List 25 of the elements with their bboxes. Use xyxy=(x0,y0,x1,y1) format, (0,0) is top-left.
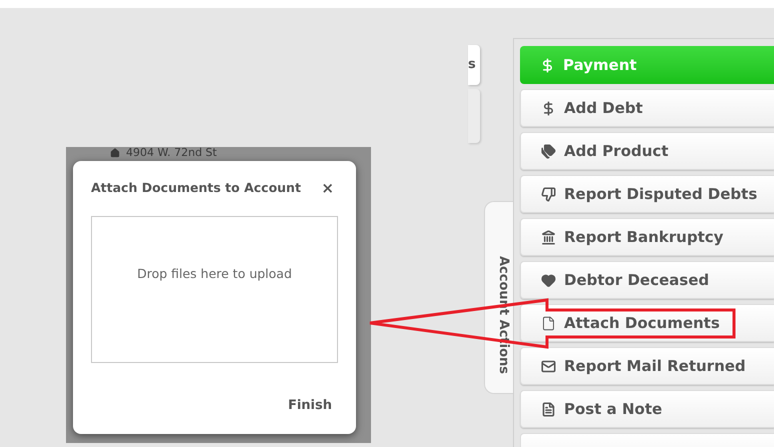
tags-icon xyxy=(541,144,556,158)
finish-button[interactable]: Finish xyxy=(288,396,332,416)
drop-zone[interactable]: Drop files here to upload xyxy=(91,216,338,363)
note-icon xyxy=(541,402,556,416)
thumbs-down-icon xyxy=(541,186,556,202)
document-icon xyxy=(541,316,556,330)
side-tab[interactable]: s xyxy=(468,45,480,85)
action-button[interactable]: Post a Note xyxy=(520,390,774,428)
action-button[interactable]: Add Debt xyxy=(520,89,774,127)
envelope-icon xyxy=(541,358,556,374)
bank-icon xyxy=(541,230,556,244)
address-text: 4904 W. 72nd St xyxy=(126,147,217,159)
action-button[interactable]: Report Bankruptcy xyxy=(520,218,774,256)
action-button[interactable]: Add Product xyxy=(520,132,774,170)
heart-icon xyxy=(541,272,556,288)
dollar-icon xyxy=(541,100,556,116)
side-panel xyxy=(468,89,480,143)
dollar-icon xyxy=(540,58,555,72)
close-button[interactable]: × xyxy=(321,180,334,196)
home-icon xyxy=(110,148,120,158)
action-button[interactable]: Report Mail Returned xyxy=(520,347,774,385)
drop-zone-text: Drop files here to upload xyxy=(137,264,292,283)
action-button[interactable]: Report Disputed Debts xyxy=(520,175,774,213)
action-button[interactable]: Debtor Deceased xyxy=(520,261,774,299)
dialog-title: Attach Documents to Account xyxy=(91,179,301,197)
